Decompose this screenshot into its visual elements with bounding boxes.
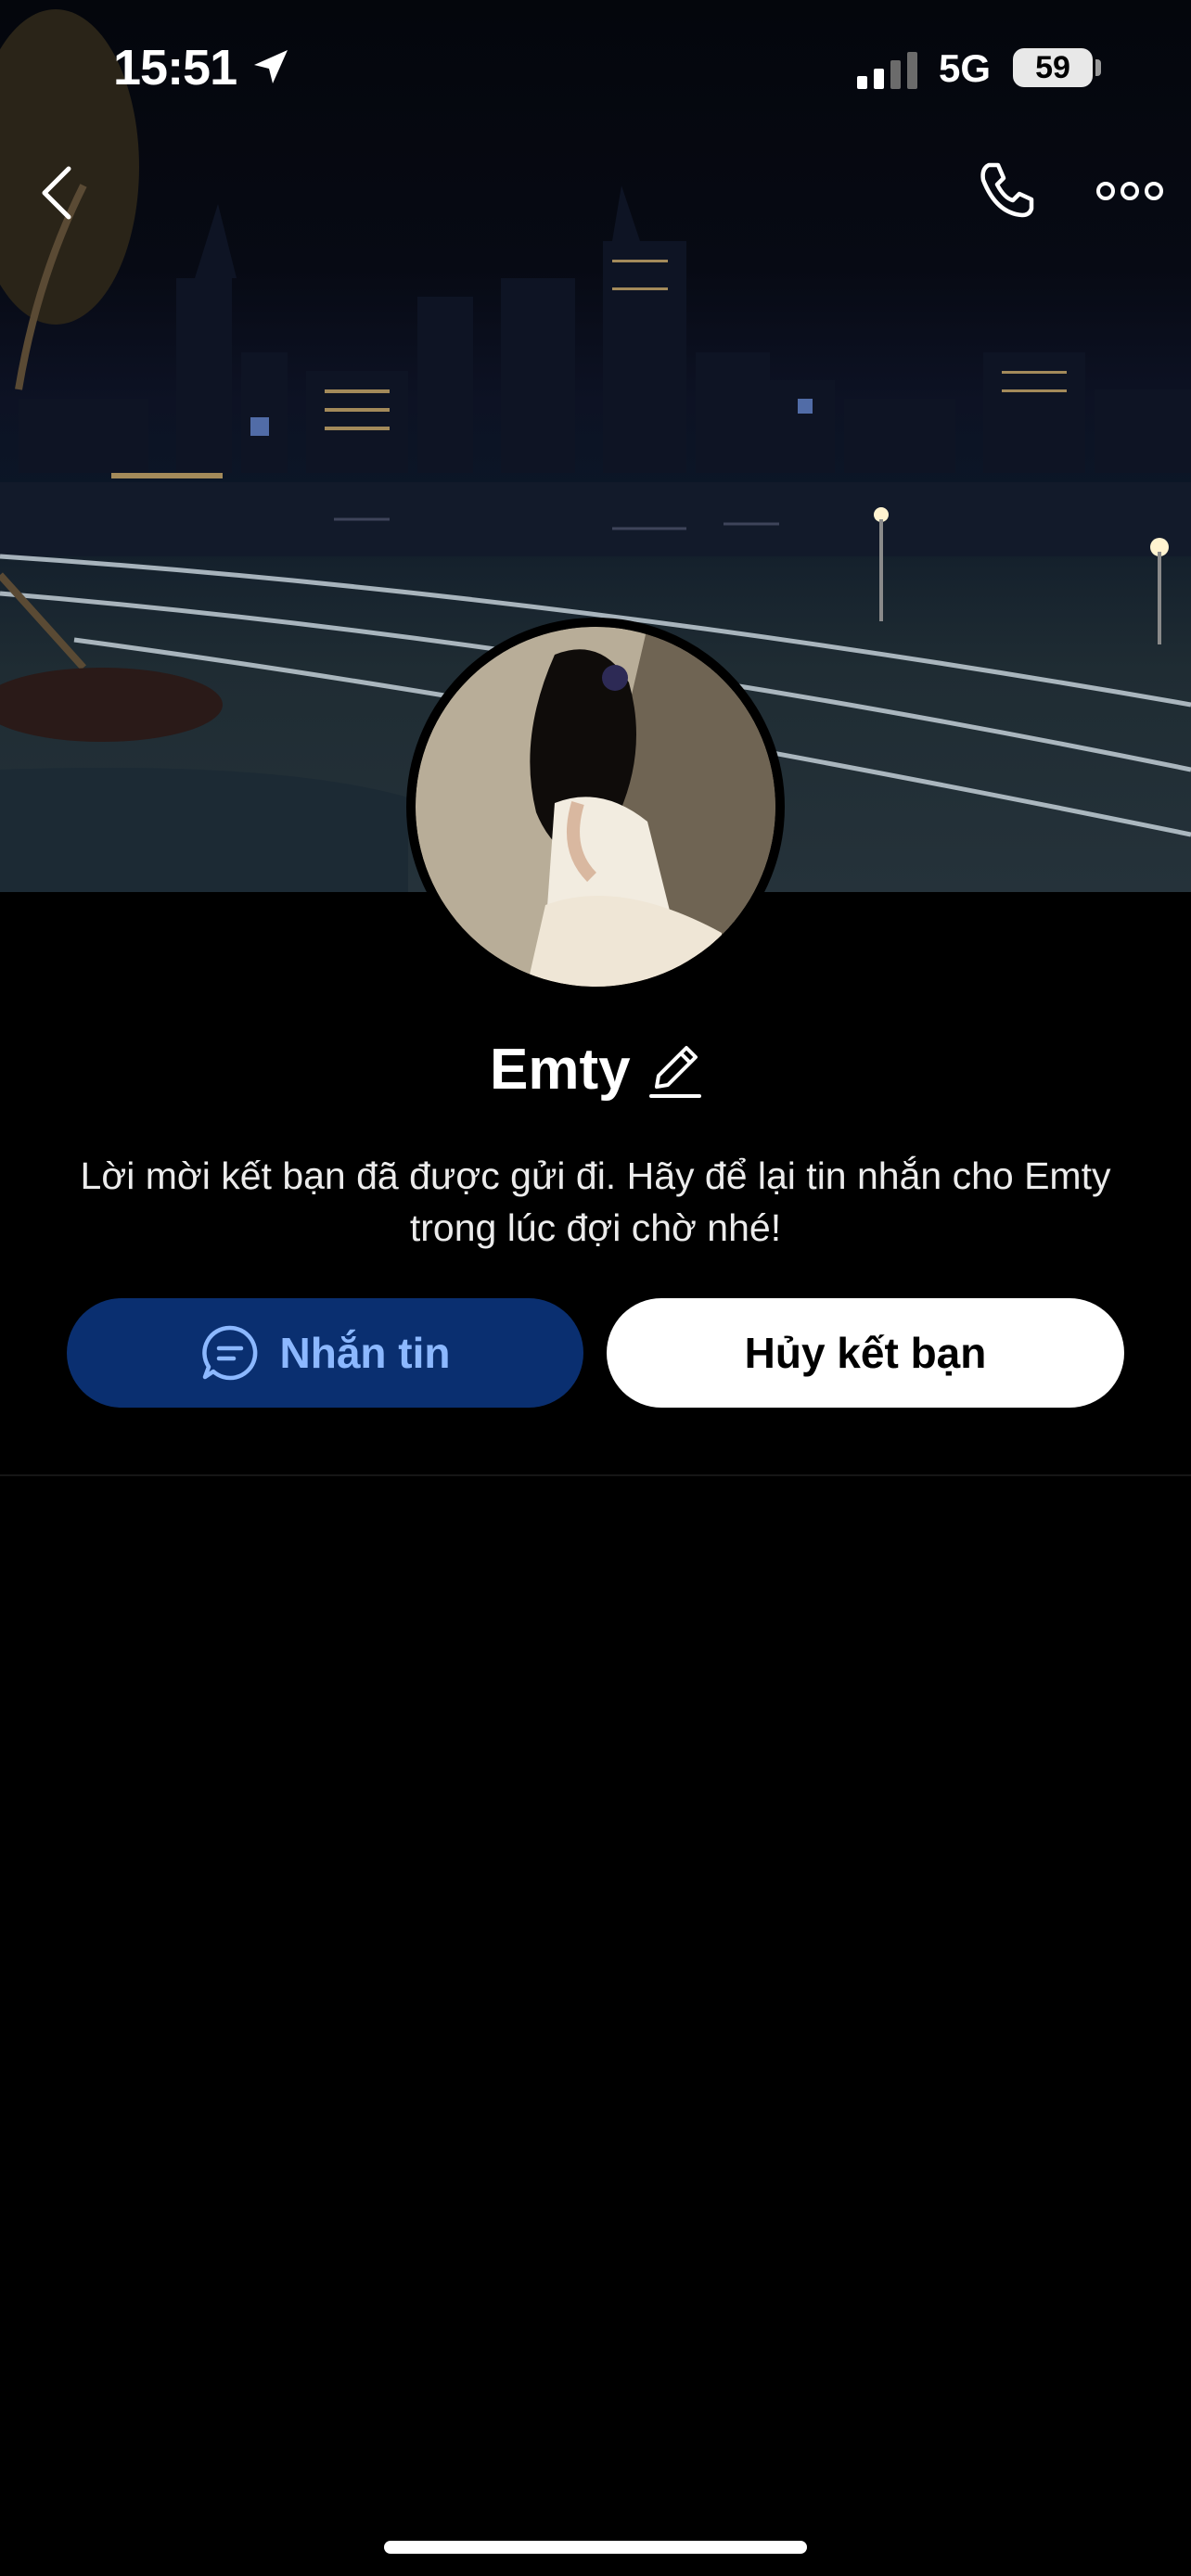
more-dots-icon[interactable] [1096, 178, 1163, 204]
profile-name-row: Emty [0, 1037, 1191, 1103]
unfriend-button-label: Hủy kết bạn [744, 1329, 987, 1377]
status-time: 15:51 [113, 40, 237, 96]
cellular-signal-icon [857, 52, 917, 89]
network-type: 5G [939, 46, 992, 90]
avatar-photo [416, 627, 775, 987]
pencil-icon[interactable] [649, 1040, 702, 1100]
profile-name: Emty [489, 1038, 631, 1102]
battery-cap [1095, 59, 1101, 76]
phone-icon[interactable] [976, 159, 1037, 221]
home-indicator[interactable] [384, 2541, 807, 2554]
location-arrow-icon [254, 50, 288, 83]
message-button[interactable]: Nhắn tin [67, 1298, 583, 1408]
battery-level: 59 [1035, 50, 1070, 85]
message-button-label: Nhắn tin [279, 1329, 451, 1377]
unfriend-button[interactable]: Hủy kết bạn [607, 1298, 1124, 1408]
status-bar: 15:51 5G 59 [0, 0, 1191, 139]
section-divider [0, 1474, 1191, 1476]
friend-request-message: Lời mời kết bạn đã được gửi đi. Hãy để l… [80, 1154, 1111, 1249]
back-chevron-icon[interactable] [32, 159, 83, 226]
battery-indicator: 59 [1013, 48, 1093, 87]
chat-bubble-icon [201, 1325, 257, 1381]
profile-avatar[interactable] [406, 618, 785, 996]
